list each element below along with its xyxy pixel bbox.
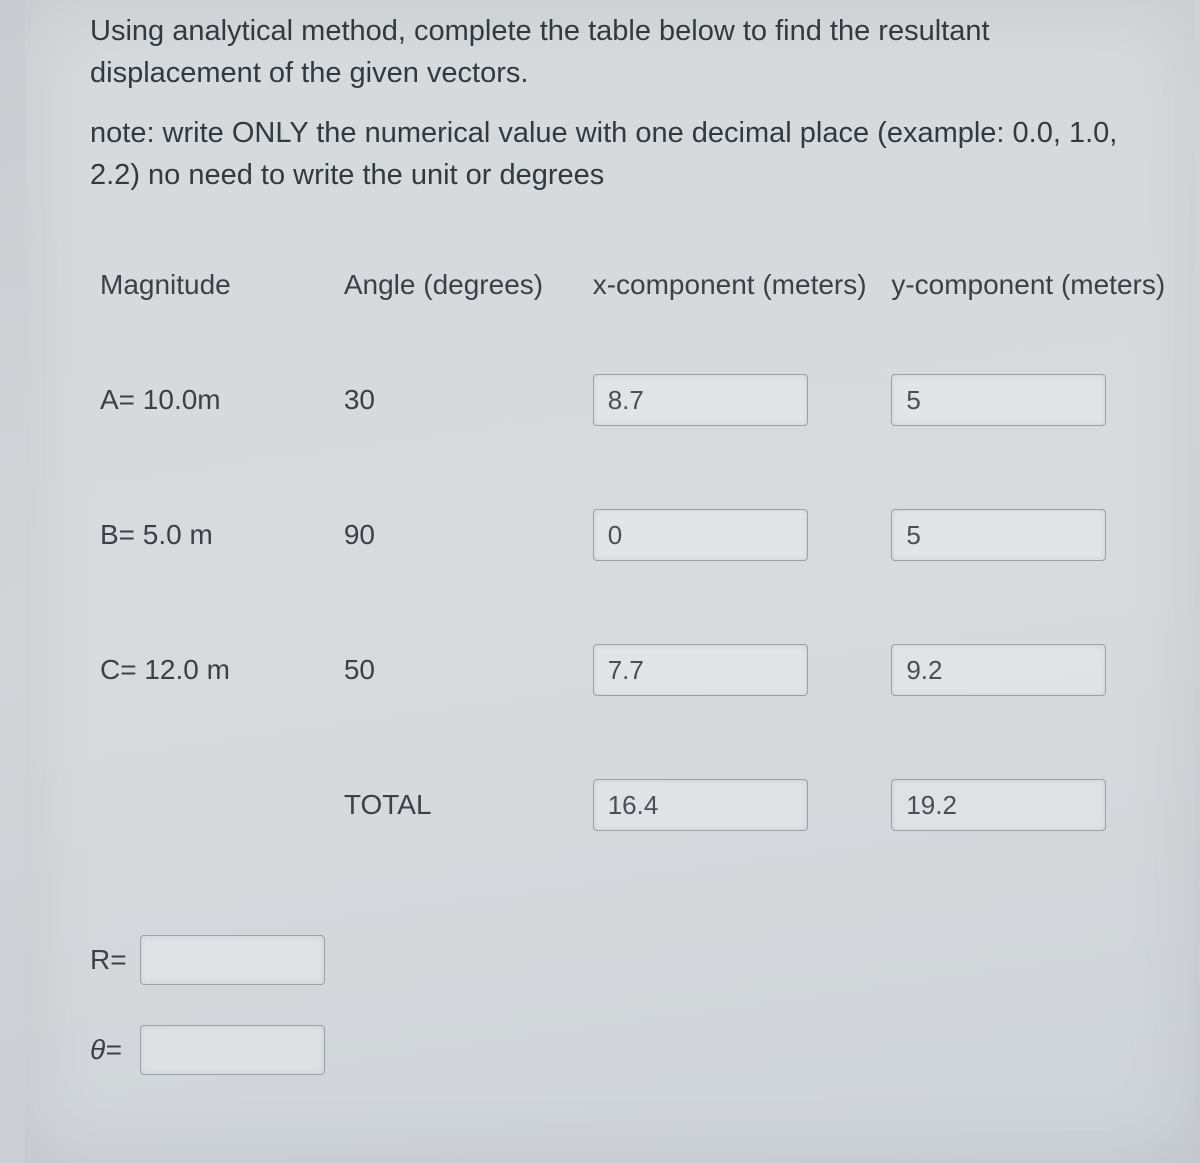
header-magnitude: Magnitude <box>90 267 344 303</box>
cell-b-angle: 90 <box>344 519 593 551</box>
table-row-b: B= 5.0 m 90 <box>90 495 1170 575</box>
label-theta: θ= <box>90 1034 140 1066</box>
input-theta[interactable] <box>140 1025 325 1075</box>
table-row-c: C= 12.0 m 50 <box>90 630 1170 710</box>
vector-table: Magnitude Angle (degrees) x-component (m… <box>90 240 1170 885</box>
input-a-x[interactable] <box>593 374 808 426</box>
input-b-x[interactable] <box>593 509 808 561</box>
table-row-total: TOTAL <box>90 765 1170 845</box>
input-total-y[interactable] <box>891 779 1106 831</box>
header-angle: Angle (degrees) <box>344 267 593 303</box>
table-row-a: A= 10.0m 30 <box>90 360 1170 440</box>
instruction-line-2: note: write ONLY the numerical value wit… <box>90 112 1150 196</box>
worksheet-sheet: Using analytical method, complete the ta… <box>25 0 1195 1163</box>
cell-c-magnitude: C= 12.0 m <box>90 654 344 686</box>
instruction-line-1: Using analytical method, complete the ta… <box>90 10 1150 94</box>
cell-c-angle: 50 <box>344 654 593 686</box>
cell-a-angle: 30 <box>344 384 593 416</box>
cell-a-magnitude: A= 10.0m <box>90 384 344 416</box>
instructions-block: Using analytical method, complete the ta… <box>90 10 1150 214</box>
table-header-row: Magnitude Angle (degrees) x-component (m… <box>90 240 1170 330</box>
input-r[interactable] <box>140 935 325 985</box>
cell-b-magnitude: B= 5.0 m <box>90 519 344 551</box>
input-a-y[interactable] <box>891 374 1106 426</box>
cell-total-label: TOTAL <box>344 789 593 821</box>
header-y-component: y-component (meters) <box>891 267 1170 303</box>
input-total-x[interactable] <box>593 779 808 831</box>
input-c-y[interactable] <box>891 644 1106 696</box>
header-x-component: x-component (meters) <box>593 267 892 303</box>
label-r: R= <box>90 944 140 976</box>
answers-block: R= θ= <box>90 935 325 1115</box>
answer-row-r: R= <box>90 935 325 985</box>
input-c-x[interactable] <box>593 644 808 696</box>
answer-row-theta: θ= <box>90 1025 325 1075</box>
input-b-y[interactable] <box>891 509 1106 561</box>
